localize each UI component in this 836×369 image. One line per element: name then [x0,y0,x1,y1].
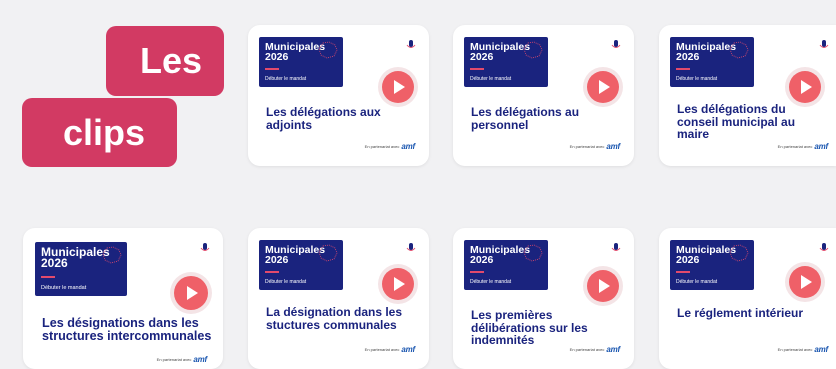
banner-subtitle: Débuter le mandat [676,76,718,82]
municipales-banner: Municipales 2026 Débuter le mandat [464,37,548,87]
partner-prefix: En partenariat avec [569,347,605,352]
municipales-banner: Municipales 2026 Débuter le mandat [35,242,127,296]
clip-title: Les délégations au personnel [471,105,580,132]
municipales-banner: Municipales 2026 Débuter le mandat [670,240,754,290]
partner-badge: En partenariat avec amf [777,142,829,151]
clip-card[interactable]: Municipales 2026 Débuter le mandat Les d… [453,25,634,166]
amf-logo: amf [814,345,828,354]
amf-logo: amf [814,142,828,151]
banner-subtitle: Débuter le mandat [265,76,307,82]
microphone-icon [819,40,829,48]
microphone-icon [200,243,210,251]
clip-title: Les premières délibérations sur les inde… [471,308,588,347]
banner-subtitle: Débuter le mandat [470,76,512,82]
partner-prefix: En partenariat avec [364,144,400,149]
partner-badge: En partenariat avec amf [777,345,829,354]
france-map-icon [523,244,543,262]
play-button[interactable] [174,276,208,310]
banner-subtitle: Débuter le mandat [470,279,512,285]
play-button[interactable] [789,266,821,298]
heading-les-text: Les [139,40,202,81]
partner-prefix: En partenariat avec [364,347,400,352]
play-button[interactable] [587,270,619,302]
microphone-icon [819,243,829,251]
heading-les-tag: Les [106,26,224,96]
france-map-icon [729,41,749,59]
municipales-banner: Municipales 2026 Débuter le mandat [259,240,343,290]
amf-logo: amf [606,345,620,354]
play-button[interactable] [587,71,619,103]
clip-title: Les désignations dans les structures int… [42,316,212,343]
municipales-banner: Municipales 2026 Débuter le mandat [670,37,754,87]
france-map-icon [318,244,338,262]
play-button[interactable] [789,71,821,103]
amf-logo: amf [193,355,207,364]
banner-underline [676,68,690,70]
clip-title: La désignation dans les stuctures commun… [266,305,403,332]
banner-underline [265,271,279,273]
partner-badge: En partenariat avec amf [364,345,416,354]
partner-badge: En partenariat avec amf [364,142,416,151]
banner-underline [470,68,484,70]
microphone-icon [611,40,621,48]
banner-subtitle: Débuter le mandat [676,279,718,285]
france-map-icon [523,41,543,59]
clip-title: Les délégations du conseil municipal au … [677,102,796,141]
partner-prefix: En partenariat avec [569,144,605,149]
partner-badge: En partenariat avec amf [156,355,208,364]
microphone-icon [611,243,621,251]
amf-logo: amf [401,345,415,354]
municipales-banner: Municipales 2026 Débuter le mandat [259,37,343,87]
heading-clips-text: clips [63,111,146,153]
heading-clips-tag: clips [22,98,177,167]
amf-logo: amf [606,142,620,151]
banner-subtitle: Débuter le mandat [265,279,307,285]
clip-card[interactable]: Municipales 2026 Débuter le mandat Les d… [659,25,836,166]
play-button[interactable] [382,268,414,300]
clip-card[interactable]: Municipales 2026 Débuter le mandat Le ré… [659,228,836,369]
banner-underline [265,68,279,70]
partner-badge: En partenariat avec amf [569,345,621,354]
partner-prefix: En partenariat avec [777,144,813,149]
clip-title: Les délégations aux adjoints [266,105,381,132]
clip-card[interactable]: Municipales 2026 Débuter le mandat Les d… [23,228,223,369]
france-map-icon [318,41,338,59]
clip-card[interactable]: Municipales 2026 Débuter le mandat Les p… [453,228,634,369]
microphone-icon [406,243,416,251]
play-button[interactable] [382,71,414,103]
clip-title: Le réglement intérieur [677,306,804,320]
amf-logo: amf [401,142,415,151]
france-map-icon [729,244,749,262]
banner-underline [470,271,484,273]
microphone-icon [406,40,416,48]
france-map-icon [102,246,122,264]
clip-card[interactable]: Municipales 2026 Débuter le mandat La dé… [248,228,429,369]
banner-underline [41,276,55,278]
municipales-banner: Municipales 2026 Débuter le mandat [464,240,548,290]
clip-card[interactable]: Municipales 2026 Débuter le mandat Les d… [248,25,429,166]
partner-badge: En partenariat avec amf [569,142,621,151]
partner-prefix: En partenariat avec [777,347,813,352]
banner-underline [676,271,690,273]
partner-prefix: En partenariat avec [156,357,192,362]
banner-subtitle: Débuter le mandat [41,285,87,291]
